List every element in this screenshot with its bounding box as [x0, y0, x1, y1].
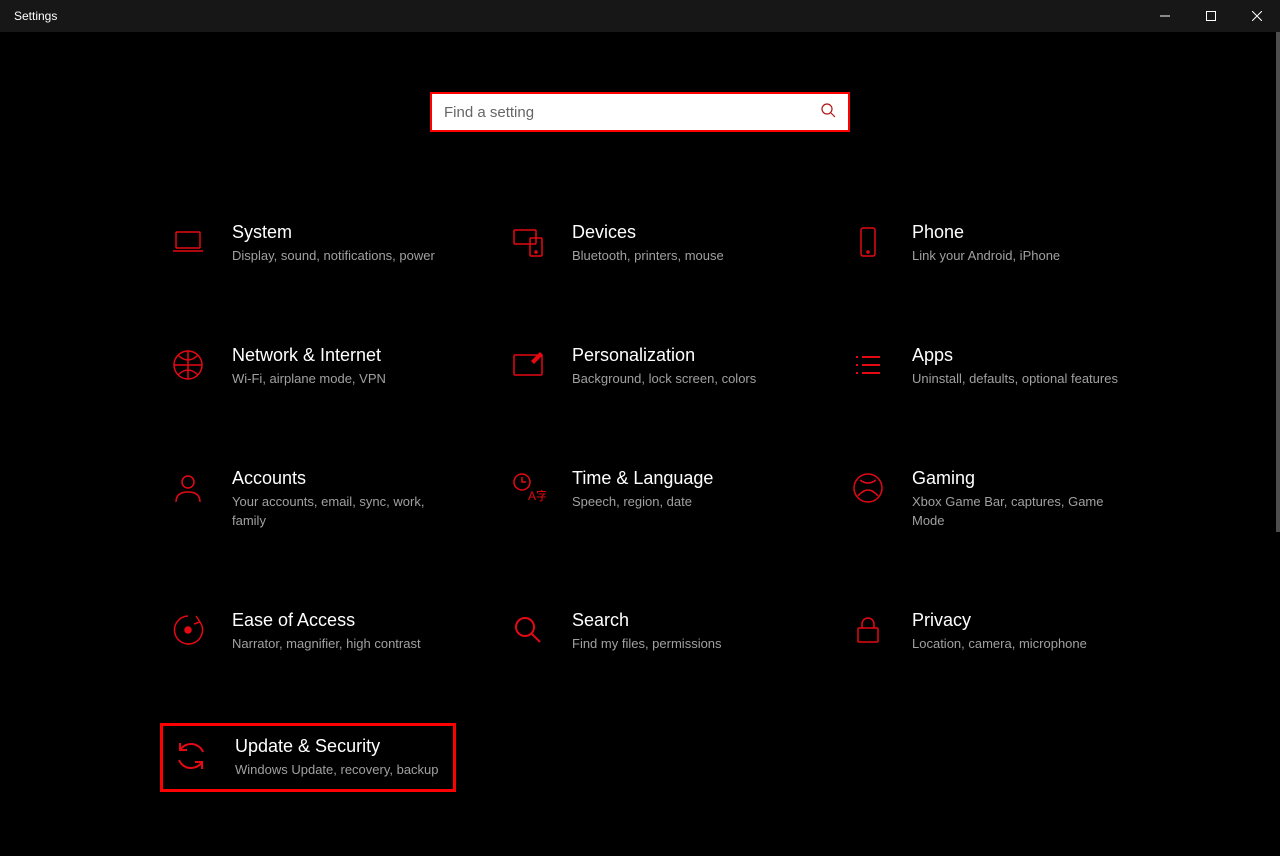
tile-desc: Background, lock screen, colors — [572, 370, 788, 388]
tile-desc: Bluetooth, printers, mouse — [572, 247, 788, 265]
tile-title: Update & Security — [235, 736, 445, 757]
tile-desc: Your accounts, email, sync, work, family — [232, 493, 448, 529]
tile-title: Personalization — [572, 345, 788, 366]
tile-desc: Narrator, magnifier, high contrast — [232, 635, 448, 653]
tile-title: Devices — [572, 222, 788, 243]
settings-grid: System Display, sound, notifications, po… — [140, 212, 1140, 792]
person-icon — [168, 468, 208, 508]
lock-icon — [848, 610, 888, 650]
devices-icon — [508, 222, 548, 262]
titlebar: Settings — [0, 0, 1280, 32]
tile-desc: Wi-Fi, airplane mode, VPN — [232, 370, 448, 388]
maximize-button[interactable] — [1188, 0, 1234, 32]
list-icon — [848, 345, 888, 385]
tile-title: Phone — [912, 222, 1128, 243]
close-button[interactable] — [1234, 0, 1280, 32]
svg-text:A字: A字 — [528, 488, 546, 503]
phone-icon — [848, 222, 888, 262]
tile-title: Accounts — [232, 468, 448, 489]
tile-title: Ease of Access — [232, 610, 448, 631]
tile-title: Search — [572, 610, 788, 631]
tile-gaming[interactable]: Gaming Xbox Game Bar, captures, Game Mod… — [840, 458, 1136, 539]
tile-title: Apps — [912, 345, 1128, 366]
magnifier-icon — [508, 610, 548, 650]
brush-icon — [508, 345, 548, 385]
tile-accounts[interactable]: Accounts Your accounts, email, sync, wor… — [160, 458, 456, 539]
laptop-icon — [168, 222, 208, 262]
content-area: System Display, sound, notifications, po… — [0, 32, 1280, 856]
tile-ease[interactable]: Ease of Access Narrator, magnifier, high… — [160, 600, 456, 663]
tile-desc: Speech, region, date — [572, 493, 788, 511]
xbox-icon — [848, 468, 888, 508]
tile-apps[interactable]: Apps Uninstall, defaults, optional featu… — [840, 335, 1136, 398]
tile-search[interactable]: Search Find my files, permissions — [500, 600, 796, 663]
globe-icon — [168, 345, 208, 385]
minimize-button[interactable] — [1142, 0, 1188, 32]
tile-title: System — [232, 222, 448, 243]
scrollbar[interactable] — [1276, 32, 1280, 856]
tile-desc: Link your Android, iPhone — [912, 247, 1128, 265]
tile-phone[interactable]: Phone Link your Android, iPhone — [840, 212, 1136, 275]
accessibility-icon — [168, 610, 208, 650]
tile-update[interactable]: Update & Security Windows Update, recove… — [160, 723, 456, 792]
window-controls — [1142, 0, 1280, 32]
tile-title: Gaming — [912, 468, 1128, 489]
search-input[interactable] — [444, 104, 820, 121]
tile-personalization[interactable]: Personalization Background, lock screen,… — [500, 335, 796, 398]
scrollbar-thumb[interactable] — [1276, 32, 1280, 532]
window-title: Settings — [14, 9, 57, 23]
search-icon — [820, 102, 836, 123]
tile-title: Network & Internet — [232, 345, 448, 366]
tile-devices[interactable]: Devices Bluetooth, printers, mouse — [500, 212, 796, 275]
tile-desc: Uninstall, defaults, optional features — [912, 370, 1128, 388]
tile-title: Privacy — [912, 610, 1128, 631]
time-language-icon: A字 — [508, 468, 548, 508]
tile-desc: Location, camera, microphone — [912, 635, 1128, 653]
tile-desc: Find my files, permissions — [572, 635, 788, 653]
tile-privacy[interactable]: Privacy Location, camera, microphone — [840, 600, 1136, 663]
tile-network[interactable]: Network & Internet Wi-Fi, airplane mode,… — [160, 335, 456, 398]
tile-desc: Display, sound, notifications, power — [232, 247, 448, 265]
search-container — [0, 92, 1280, 132]
tile-desc: Windows Update, recovery, backup — [235, 761, 445, 779]
tile-time[interactable]: A字 Time & Language Speech, region, date — [500, 458, 796, 539]
tile-title: Time & Language — [572, 468, 788, 489]
tile-desc: Xbox Game Bar, captures, Game Mode — [912, 493, 1128, 529]
search-box[interactable] — [430, 92, 850, 132]
sync-icon — [171, 736, 211, 776]
tile-system[interactable]: System Display, sound, notifications, po… — [160, 212, 456, 275]
